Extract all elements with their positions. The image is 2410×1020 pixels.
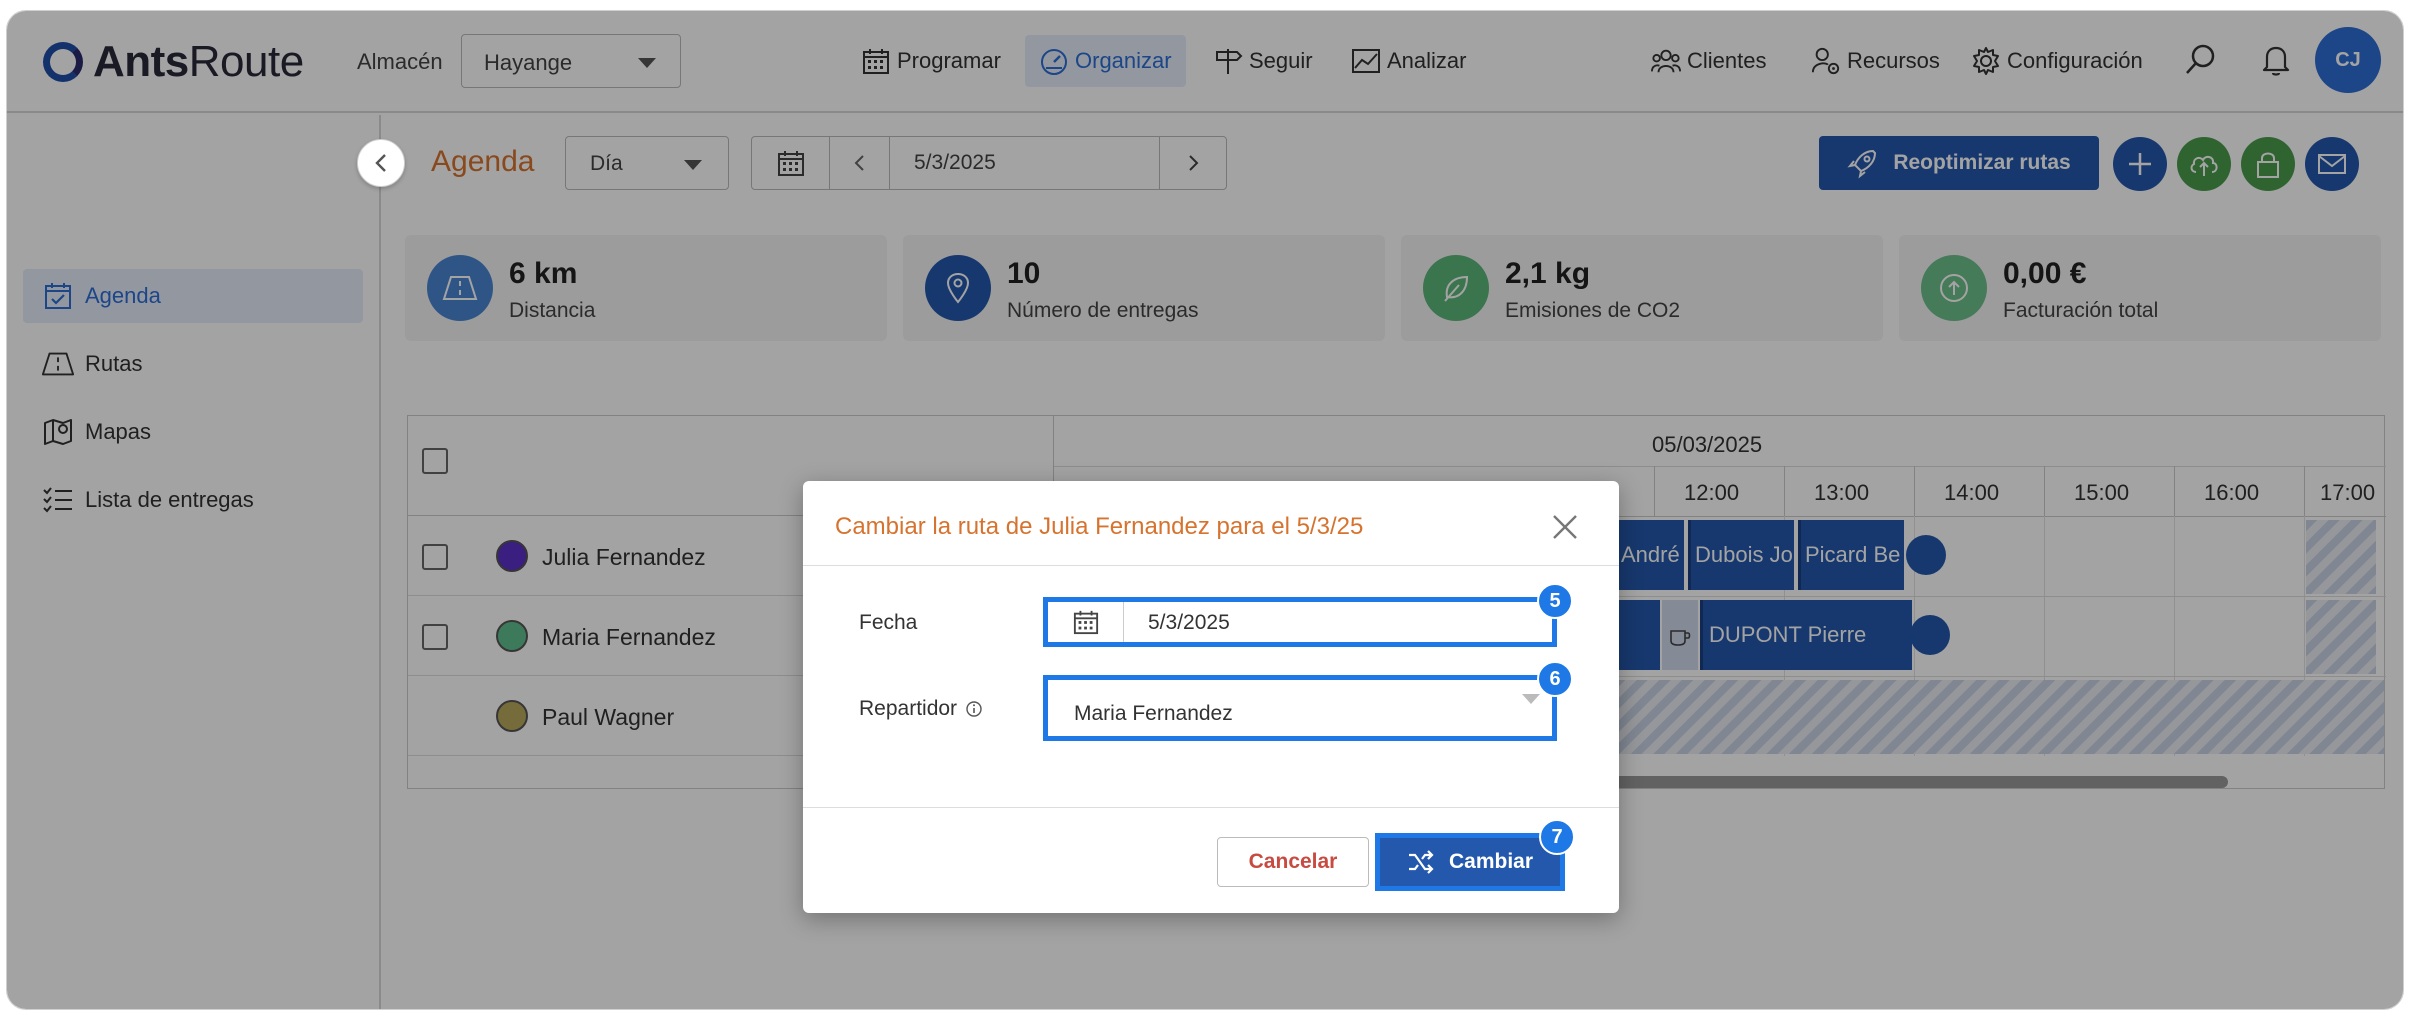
app-window: AntsRoute Almacén Hayange Programar Orga… xyxy=(6,10,2404,1010)
dialog-title: Cambiar la ruta de Julia Fernandez para … xyxy=(835,513,1364,540)
chevron-down-icon xyxy=(1522,694,1540,704)
driver-label-text: Repartidor xyxy=(859,697,958,720)
date-label: Fecha xyxy=(859,611,917,635)
sidebar-collapse-button[interactable] xyxy=(357,139,405,187)
shuffle-icon xyxy=(1408,850,1434,874)
driver-select[interactable]: Maria Fernandez xyxy=(1043,675,1557,741)
change-route-dialog: Cambiar la ruta de Julia Fernandez para … xyxy=(803,481,1619,913)
close-icon xyxy=(1553,515,1577,539)
cancel-button[interactable]: Cancelar xyxy=(1217,837,1369,887)
date-label-text: Fecha xyxy=(859,611,918,634)
step-badge-6: 6 xyxy=(1537,661,1573,697)
info-icon[interactable] xyxy=(965,700,983,718)
change-button[interactable]: Cambiar xyxy=(1375,833,1565,891)
driver-label: Repartidor xyxy=(859,697,983,721)
close-button[interactable] xyxy=(1547,509,1583,545)
step-badge-7: 7 xyxy=(1539,819,1575,855)
date-field-value: 5/3/2025 xyxy=(1148,611,1230,634)
calendar-icon xyxy=(1073,610,1098,635)
step-badge-5: 5 xyxy=(1537,583,1573,619)
change-button-label: Cambiar xyxy=(1448,850,1534,873)
calendar-picker-button[interactable] xyxy=(1048,602,1124,642)
chevron-left-icon xyxy=(375,154,386,172)
driver-select-value: Maria Fernandez xyxy=(1074,702,1233,725)
date-field[interactable]: 5/3/2025 xyxy=(1043,597,1557,647)
